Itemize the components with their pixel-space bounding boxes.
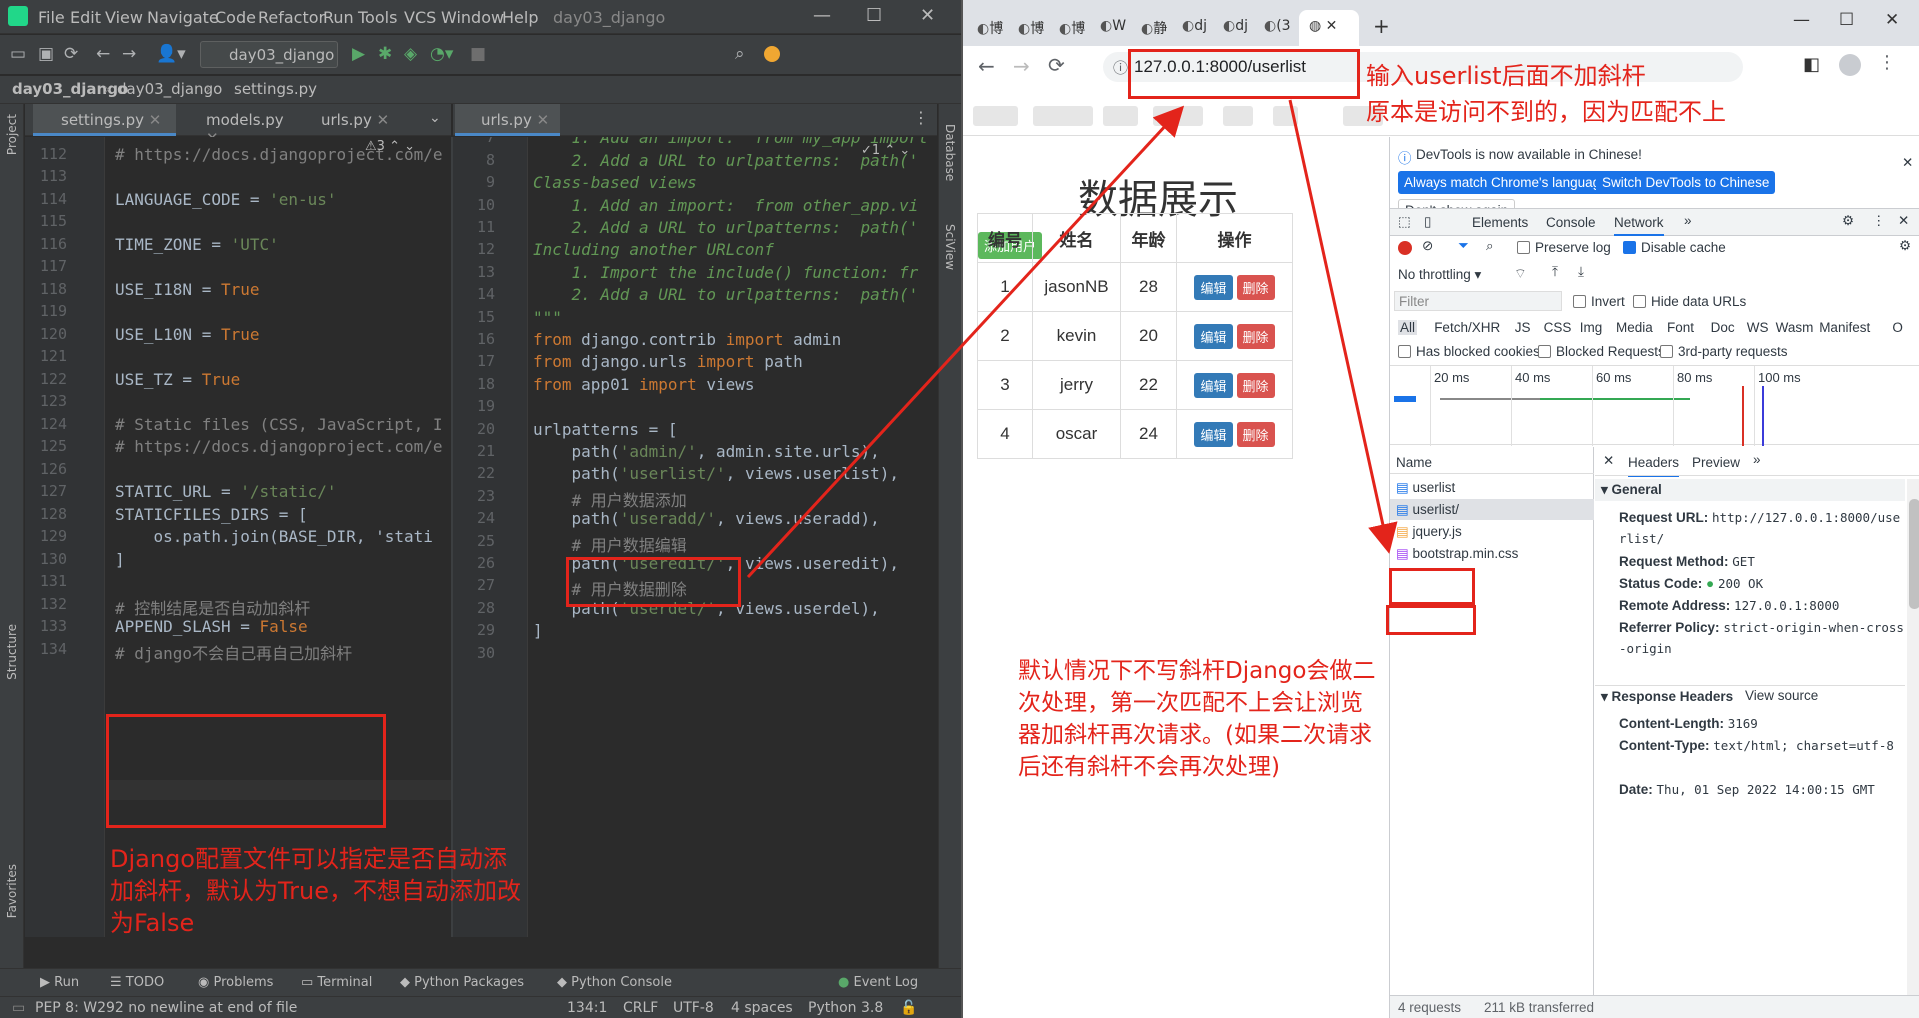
annotation-arrows (746, 99, 1398, 579)
